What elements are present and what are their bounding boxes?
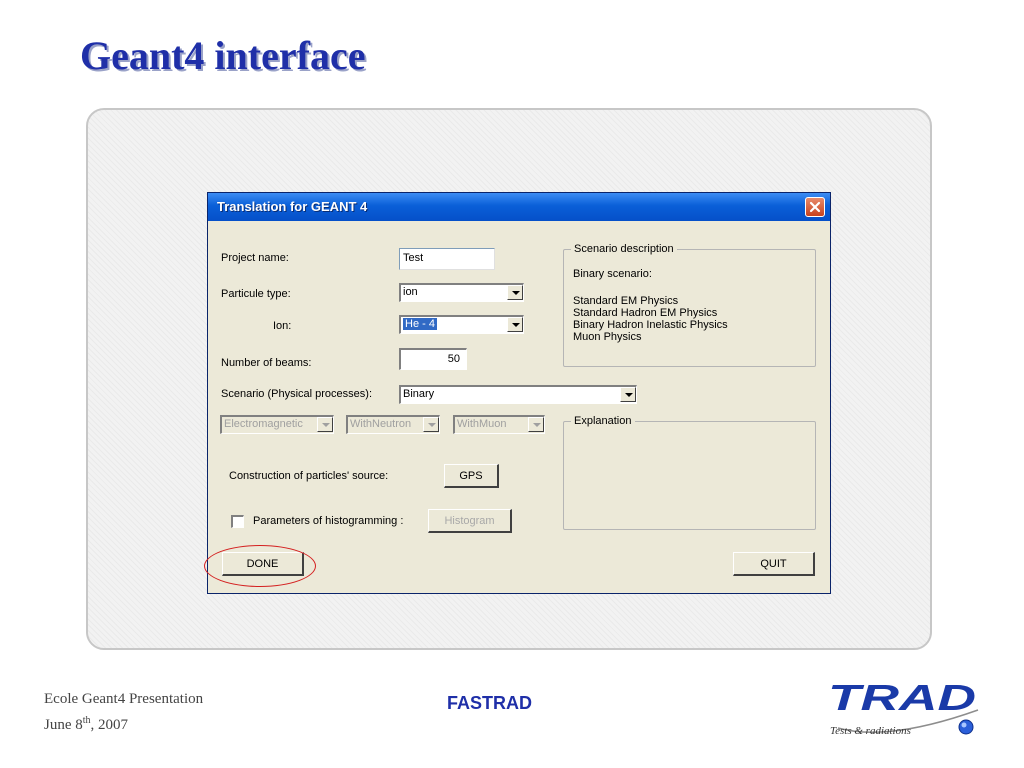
chevron-down-icon[interactable] (507, 317, 523, 332)
chevron-down-icon[interactable] (620, 387, 636, 402)
done-highlight-ellipse (204, 545, 316, 587)
scenario-select[interactable]: Binary (399, 385, 637, 404)
quit-button[interactable]: QUIT (733, 552, 815, 576)
trad-logo: TRAD Tests & radiations (828, 677, 979, 737)
gps-button[interactable]: GPS (444, 464, 499, 488)
chevron-down-icon[interactable] (423, 417, 439, 432)
scenario-label: Scenario (Physical processes): (221, 388, 373, 400)
footer-center-label: FASTRAD (447, 693, 532, 713)
electromagnetic-value: Electromagnetic (224, 418, 303, 430)
project-name-input[interactable]: Test (399, 248, 495, 270)
close-button[interactable] (805, 197, 825, 217)
ion-value: He - 4 (403, 318, 437, 330)
with-muon-select[interactable]: WithMuon (453, 415, 545, 434)
chevron-down-icon[interactable] (507, 285, 523, 300)
explanation-title: Explanation (571, 415, 635, 427)
number-of-beams-label: Number of beams: (221, 357, 312, 369)
footer-left: Ecole Geant4 Presentation June 8th, 2007 (44, 689, 203, 736)
with-neutron-select[interactable]: WithNeutron (346, 415, 440, 434)
with-neutron-value: WithNeutron (350, 418, 412, 430)
footer-line2: June 8th, 2007 (44, 715, 129, 733)
scenario-description-title: Scenario description (571, 243, 677, 255)
scenario-line: Standard EM Physics (573, 295, 679, 307)
construction-label: Construction of particles' source: (229, 470, 389, 482)
translation-dialog: Translation for GEANT 4 Project name: Pa… (207, 192, 831, 594)
scenario-value: Binary (403, 388, 435, 400)
svg-text:TRAD: TRAD (828, 677, 976, 718)
electromagnetic-select[interactable]: Electromagnetic (220, 415, 334, 434)
histogram-button[interactable]: Histogram (428, 509, 512, 533)
histogram-checkbox[interactable] (231, 515, 244, 528)
chevron-down-icon[interactable] (528, 417, 544, 432)
number-of-beams-input[interactable]: 50 (399, 348, 467, 370)
slide-title: Geant4 interface (80, 33, 366, 78)
dialog-title: Translation for GEANT 4 (217, 199, 368, 214)
project-name-label: Project name: (221, 252, 289, 264)
explanation-group: Explanation (563, 415, 816, 530)
scenario-heading: Binary scenario: (573, 268, 652, 280)
scenario-line: Binary Hadron Inelastic Physics (573, 319, 728, 331)
parameters-label: Parameters of histogramming : (253, 515, 404, 527)
close-icon (809, 201, 821, 213)
scenario-description-group: Scenario description Binary scenario: St… (563, 243, 816, 367)
scenario-line: Muon Physics (573, 331, 642, 343)
particule-type-select[interactable]: ion (399, 283, 524, 302)
dialog-titlebar[interactable]: Translation for GEANT 4 (208, 193, 830, 221)
particule-type-label: Particule type: (221, 288, 291, 300)
svg-text:Tests & radiations: Tests & radiations (830, 725, 911, 737)
scenario-line: Standard Hadron EM Physics (573, 307, 718, 319)
chevron-down-icon[interactable] (317, 417, 333, 432)
ion-label: Ion: (273, 320, 292, 332)
with-muon-value: WithMuon (457, 418, 507, 430)
footer-line1: Ecole Geant4 Presentation (44, 691, 204, 707)
ion-select[interactable]: He - 4 (399, 315, 524, 334)
particule-type-value: ion (403, 286, 418, 298)
